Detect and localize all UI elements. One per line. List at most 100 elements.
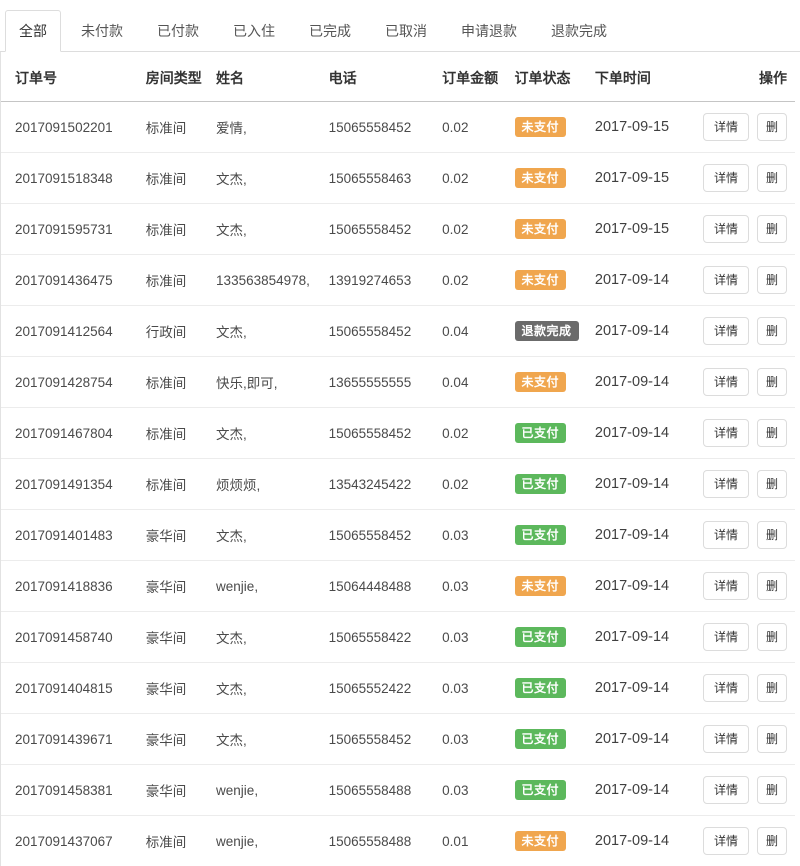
cell-name: 133563854978, — [212, 255, 325, 306]
cell-order-no: 2017091404815 — [1, 663, 142, 714]
cell-name: 烦烦烦, — [212, 459, 325, 510]
table-row: 2017091439671豪华间文杰,150655584520.03已支付201… — [1, 714, 795, 765]
table-row: 2017091418836豪华间wenjie,150644484880.03未支… — [1, 561, 795, 612]
delete-button[interactable]: 删 — [757, 623, 787, 651]
tab-paid[interactable]: 已付款 — [143, 10, 213, 52]
delete-button[interactable]: 删 — [757, 317, 787, 345]
delete-button[interactable]: 删 — [757, 368, 787, 396]
detail-button[interactable]: 详情 — [703, 572, 749, 600]
detail-button[interactable]: 详情 — [703, 317, 749, 345]
column-header-3: 电话 — [325, 52, 439, 102]
table-row: 2017091595731标准间文杰,150655584520.02未支付201… — [1, 204, 795, 255]
delete-button[interactable]: 删 — [757, 164, 787, 192]
cell-order-no: 2017091401483 — [1, 510, 142, 561]
cell-order-date: 2017-09-14 — [591, 612, 697, 663]
column-header-6: 下单时间 — [591, 52, 697, 102]
delete-button[interactable]: 删 — [757, 470, 787, 498]
cell-order-no: 2017091458740 — [1, 612, 142, 663]
status-badge: 未支付 — [515, 831, 567, 851]
tab-unpaid[interactable]: 未付款 — [67, 10, 137, 52]
delete-button[interactable]: 删 — [757, 776, 787, 804]
tab-refund-requested[interactable]: 申请退款 — [447, 10, 531, 52]
delete-button[interactable]: 删 — [757, 215, 787, 243]
cell-actions: 详情删 — [696, 204, 795, 255]
cell-amount: 0.02 — [438, 459, 510, 510]
cell-status: 已支付 — [511, 765, 591, 816]
column-header-1: 房间类型 — [142, 52, 212, 102]
table-row: 2017091437067标准间wenjie,150655584880.01未支… — [1, 816, 795, 866]
cell-order-date: 2017-09-14 — [591, 663, 697, 714]
detail-button[interactable]: 详情 — [703, 776, 749, 804]
cell-actions: 详情删 — [696, 510, 795, 561]
cell-phone: 15065558452 — [325, 306, 439, 357]
detail-button[interactable]: 详情 — [703, 215, 749, 243]
detail-button[interactable]: 详情 — [703, 725, 749, 753]
cell-order-date: 2017-09-14 — [591, 714, 697, 765]
cell-amount: 0.03 — [438, 714, 510, 765]
cell-order-date: 2017-09-14 — [591, 306, 697, 357]
tab-refund-completed[interactable]: 退款完成 — [537, 10, 621, 52]
tab-bar: 全部未付款已付款已入住已完成已取消申请退款退款完成 — [0, 0, 800, 52]
delete-button[interactable]: 删 — [757, 266, 787, 294]
cell-phone: 15065558488 — [325, 765, 439, 816]
status-badge: 已支付 — [515, 474, 567, 494]
table-header-row: 订单号房间类型姓名电话订单金额订单状态下单时间操作 — [1, 52, 795, 102]
detail-button[interactable]: 详情 — [703, 470, 749, 498]
detail-button[interactable]: 详情 — [703, 164, 749, 192]
cell-status: 未支付 — [511, 102, 591, 153]
status-badge: 已支付 — [515, 423, 567, 443]
cell-name: 爱情, — [212, 102, 325, 153]
column-header-4: 订单金额 — [438, 52, 510, 102]
column-header-0: 订单号 — [1, 52, 142, 102]
cell-amount: 0.02 — [438, 204, 510, 255]
detail-button[interactable]: 详情 — [703, 521, 749, 549]
cell-order-no: 2017091467804 — [1, 408, 142, 459]
cell-order-no: 2017091439671 — [1, 714, 142, 765]
tab-all[interactable]: 全部 — [5, 10, 61, 52]
delete-button[interactable]: 删 — [757, 521, 787, 549]
cell-order-date: 2017-09-14 — [591, 408, 697, 459]
cell-phone: 15065558422 — [325, 612, 439, 663]
detail-button[interactable]: 详情 — [703, 113, 749, 141]
cell-order-date: 2017-09-14 — [591, 459, 697, 510]
detail-button[interactable]: 详情 — [703, 674, 749, 702]
cell-status: 已支付 — [511, 714, 591, 765]
column-header-5: 订单状态 — [511, 52, 591, 102]
delete-button[interactable]: 删 — [757, 674, 787, 702]
delete-button[interactable]: 删 — [757, 419, 787, 447]
tab-checked-in[interactable]: 已入住 — [219, 10, 289, 52]
cell-order-date: 2017-09-14 — [591, 510, 697, 561]
table-row: 2017091518348标准间文杰,150655584630.02未支付201… — [1, 153, 795, 204]
table-row: 2017091458740豪华间文杰,150655584220.03已支付201… — [1, 612, 795, 663]
cell-order-no: 2017091518348 — [1, 153, 142, 204]
cell-phone: 13543245422 — [325, 459, 439, 510]
status-badge: 未支付 — [515, 117, 567, 137]
detail-button[interactable]: 详情 — [703, 266, 749, 294]
cell-room-type: 豪华间 — [142, 612, 212, 663]
tab-cancelled[interactable]: 已取消 — [371, 10, 441, 52]
delete-button[interactable]: 删 — [757, 113, 787, 141]
detail-button[interactable]: 详情 — [703, 368, 749, 396]
cell-order-no: 2017091412564 — [1, 306, 142, 357]
detail-button[interactable]: 详情 — [703, 827, 749, 855]
cell-order-no: 2017091502201 — [1, 102, 142, 153]
cell-order-no: 2017091595731 — [1, 204, 142, 255]
cell-amount: 0.04 — [438, 357, 510, 408]
detail-button[interactable]: 详情 — [703, 623, 749, 651]
cell-status: 已支付 — [511, 510, 591, 561]
column-header-7: 操作 — [696, 52, 795, 102]
cell-room-type: 豪华间 — [142, 714, 212, 765]
detail-button[interactable]: 详情 — [703, 419, 749, 447]
cell-amount: 0.04 — [438, 306, 510, 357]
cell-order-no: 2017091436475 — [1, 255, 142, 306]
cell-order-date: 2017-09-15 — [591, 153, 697, 204]
delete-button[interactable]: 删 — [757, 725, 787, 753]
delete-button[interactable]: 删 — [757, 572, 787, 600]
cell-actions: 详情删 — [696, 255, 795, 306]
cell-room-type: 标准间 — [142, 459, 212, 510]
tab-completed[interactable]: 已完成 — [295, 10, 365, 52]
cell-name: 文杰, — [212, 663, 325, 714]
delete-button[interactable]: 删 — [757, 827, 787, 855]
cell-actions: 详情删 — [696, 765, 795, 816]
cell-status: 未支付 — [511, 561, 591, 612]
